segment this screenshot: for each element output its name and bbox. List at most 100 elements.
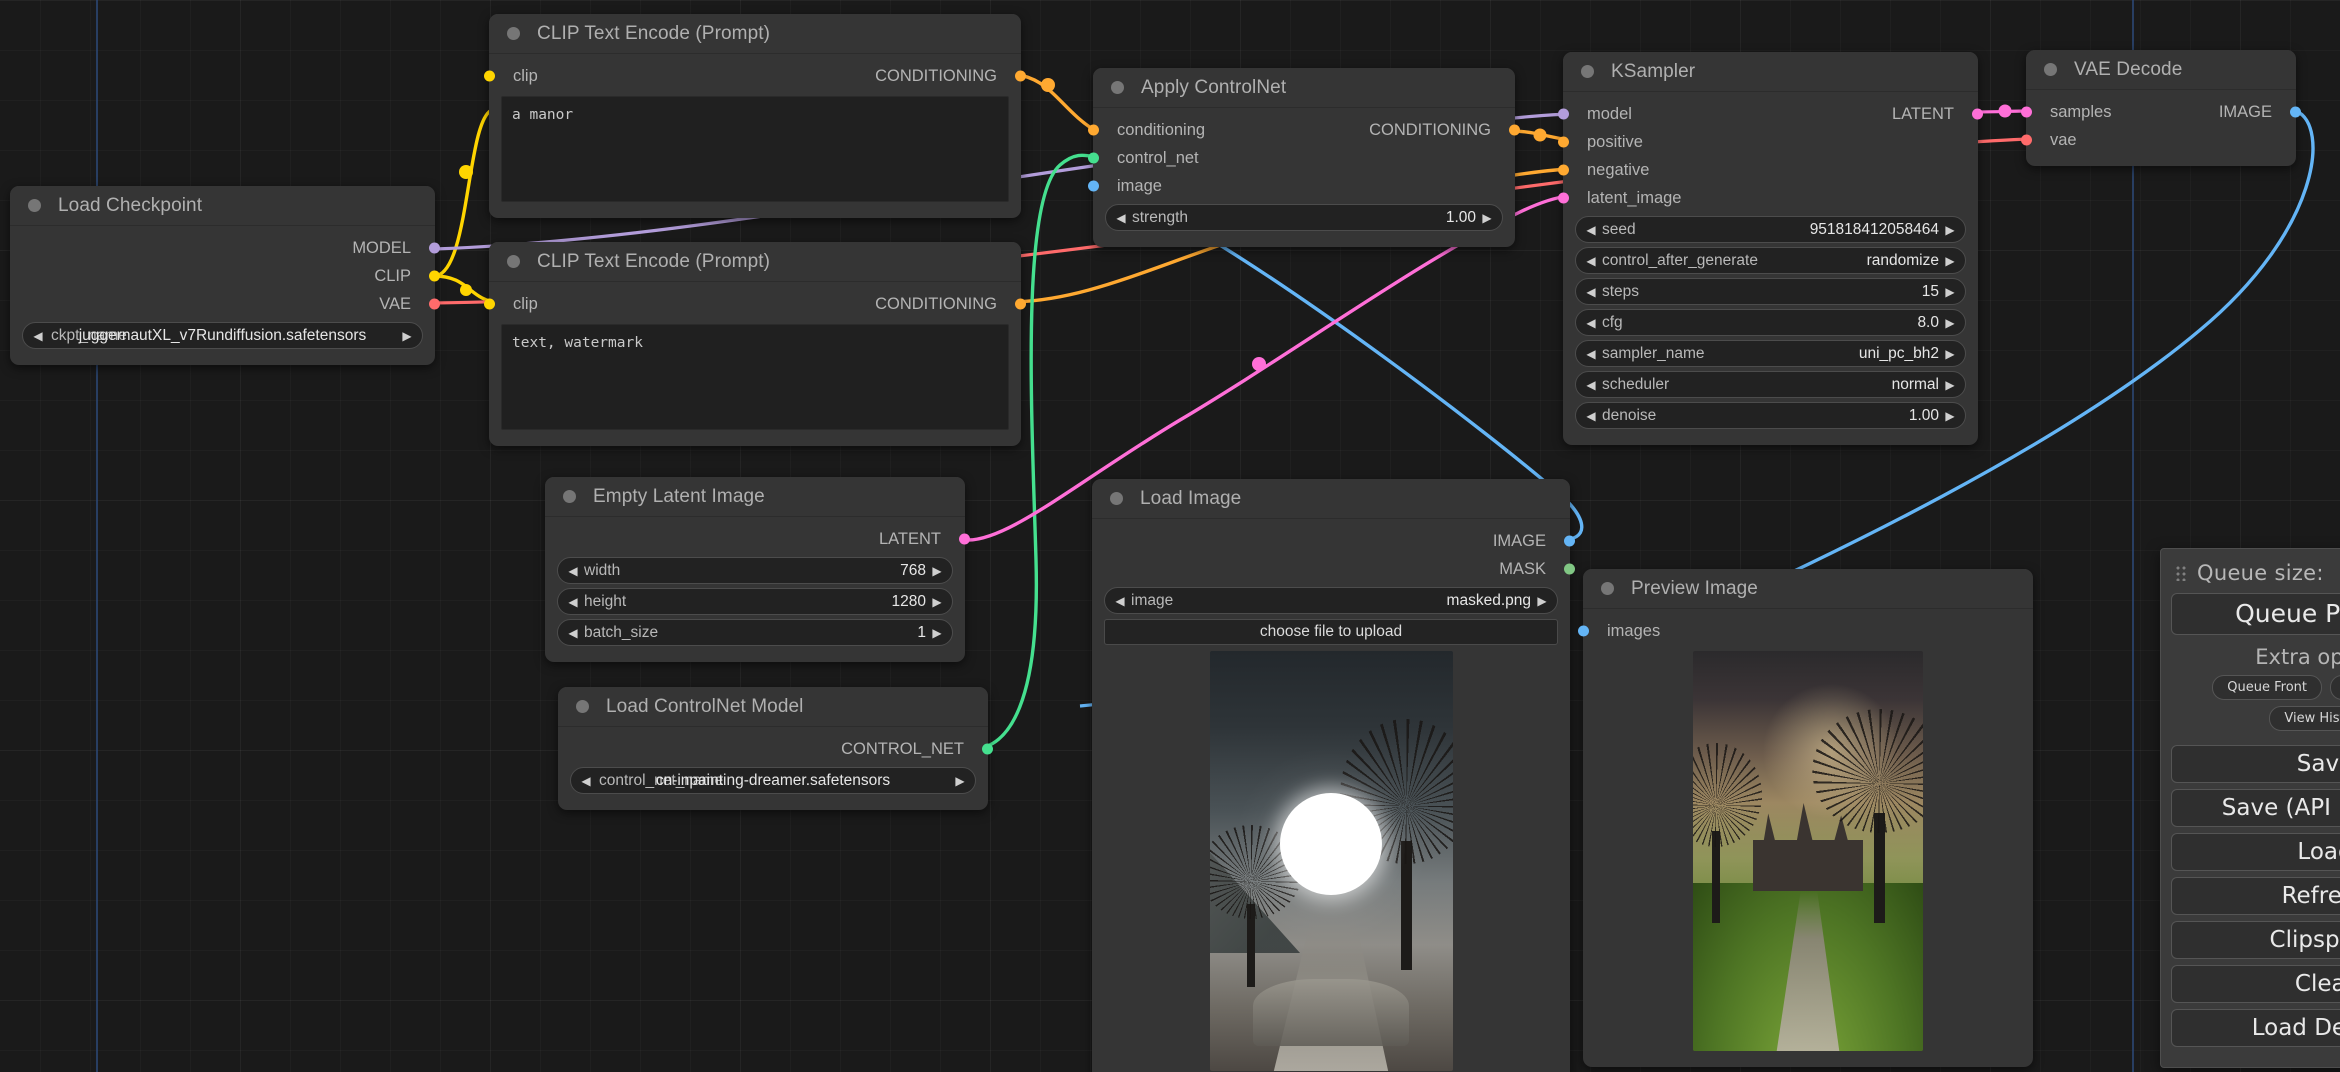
node-clip-text-encode-positive[interactable]: CLIP Text Encode (Prompt) clip CONDITION… [489,14,1021,218]
chevron-right-icon[interactable]: ▶ [1943,286,1957,298]
port-row-vae[interactable]: vae [2026,126,2296,154]
widget-ckpt-name[interactable]: ◀ ckpt_name juggernautXL_v7Rundiffusion.… [22,322,423,349]
output-port-clip[interactable]: CLIP [10,262,435,290]
node-apply-controlnet[interactable]: Apply ControlNet conditioning CONDITIONI… [1093,68,1515,247]
chevron-left-icon[interactable]: ◀ [1114,212,1128,224]
chevron-right-icon[interactable]: ▶ [1943,224,1957,236]
collapse-dot-icon[interactable] [2044,63,2057,76]
chevron-right-icon[interactable]: ▶ [1943,348,1957,360]
port-dot-conditioning-out[interactable] [1509,125,1520,136]
chevron-right-icon[interactable]: ▶ [953,775,967,787]
port-row-clip-conditioning[interactable]: clip CONDITIONING [489,290,1021,318]
collapse-dot-icon[interactable] [1111,81,1124,94]
port-row-clip-conditioning[interactable]: clip CONDITIONING [489,62,1021,90]
output-port-control-net[interactable]: CONTROL_NET [558,735,988,763]
widget-image[interactable]: ◀ image masked.png ▶ [1104,587,1558,614]
collapse-dot-icon[interactable] [1110,492,1123,505]
clear-button[interactable]: Clear [2171,965,2340,1003]
widget-steps[interactable]: ◀ steps 15 ▶ [1575,278,1966,305]
widget-width[interactable]: ◀ width 768 ▶ [557,557,953,584]
chevron-left-icon[interactable]: ◀ [566,627,580,639]
port-dot-conditioning-out[interactable] [1015,71,1026,82]
output-port-latent[interactable]: LATENT [545,525,965,553]
node-title-bar[interactable]: Empty Latent Image [545,477,965,517]
port-row-control-net[interactable]: control_net [1093,144,1515,172]
node-title-bar[interactable]: Apply ControlNet [1093,68,1515,108]
chevron-left-icon[interactable]: ◀ [1584,379,1598,391]
view-queue-button[interactable]: View Queue [2330,675,2340,700]
node-title-bar[interactable]: Load ControlNet Model [558,687,988,727]
chevron-left-icon[interactable]: ◀ [1584,286,1598,298]
port-dot-model[interactable] [429,243,440,254]
chevron-right-icon[interactable]: ▶ [930,596,944,608]
node-preview-image[interactable]: Preview Image images [1583,569,2033,1067]
port-dot-clip-in[interactable] [484,299,495,310]
collapse-dot-icon[interactable] [1601,582,1614,595]
save-api-format-button[interactable]: Save (API Format) [2171,789,2340,827]
chevron-right-icon[interactable]: ▶ [1943,410,1957,422]
node-title-bar[interactable]: Preview Image [1583,569,2033,609]
widget-control-net-name[interactable]: ◀ control_net_name cn-inpainting-dreamer… [570,767,976,794]
port-dot-positive-in[interactable] [1558,137,1569,148]
queue-prompt-button[interactable]: Queue Prompt [2171,593,2340,635]
widget-scheduler[interactable]: ◀ scheduler normal ▶ [1575,371,1966,398]
port-dot-latent-out[interactable] [959,534,970,545]
port-dot-vae[interactable] [429,299,440,310]
image-preview-generated[interactable] [1693,651,1923,1051]
port-dot-image-out[interactable] [1564,536,1575,547]
chevron-left-icon[interactable]: ◀ [1113,595,1127,607]
port-row-image[interactable]: image [1093,172,1515,200]
queue-front-button[interactable]: Queue Front [2212,675,2322,700]
chevron-left-icon[interactable]: ◀ [566,596,580,608]
port-dot-control-net-out[interactable] [982,744,993,755]
port-dot-latent-image-in[interactable] [1558,193,1569,204]
port-row-images[interactable]: images [1583,617,2033,645]
node-title-bar[interactable]: Load Image [1092,479,1570,519]
port-dot-samples-in[interactable] [2021,107,2032,118]
widget-seed[interactable]: ◀ seed 951818412058464 ▶ [1575,216,1966,243]
collapse-dot-icon[interactable] [507,255,520,268]
chevron-right-icon[interactable]: ▶ [1943,255,1957,267]
chevron-left-icon[interactable]: ◀ [1584,348,1598,360]
node-title-bar[interactable]: Load Checkpoint [10,186,435,226]
chevron-left-icon[interactable]: ◀ [1584,255,1598,267]
node-title-bar[interactable]: CLIP Text Encode (Prompt) [489,14,1021,54]
port-dot-clip-in[interactable] [484,71,495,82]
workflow-canvas[interactable]: Load Checkpoint MODEL CLIP VAE ◀ ckpt_na… [0,0,2340,1072]
port-dot-clip[interactable] [429,271,440,282]
widget-batch-size[interactable]: ◀ batch_size 1 ▶ [557,619,953,646]
port-dot-conditioning-out[interactable] [1015,299,1026,310]
port-row-conditioning[interactable]: conditioning CONDITIONING [1093,116,1515,144]
port-dot-image-out[interactable] [2290,107,2301,118]
output-port-model[interactable]: MODEL [10,234,435,262]
clipspace-button[interactable]: Clipspace [2171,921,2340,959]
node-load-controlnet-model[interactable]: Load ControlNet Model CONTROL_NET ◀ cont… [558,687,988,810]
queue-panel[interactable]: Queue size: Queue Prompt Extra options Q… [2160,548,2340,1068]
refresh-button[interactable]: Refresh [2171,877,2340,915]
collapse-dot-icon[interactable] [576,700,589,713]
node-load-checkpoint[interactable]: Load Checkpoint MODEL CLIP VAE ◀ ckpt_na… [10,186,435,365]
prompt-textarea-positive[interactable]: a manor [501,96,1009,202]
chevron-right-icon[interactable]: ▶ [930,565,944,577]
collapse-dot-icon[interactable] [563,490,576,503]
widget-strength[interactable]: ◀ strength 1.00 ▶ [1105,204,1503,231]
node-vae-decode[interactable]: VAE Decode samples IMAGE vae [2026,50,2296,166]
chevron-left-icon[interactable]: ◀ [566,565,580,577]
node-ksampler[interactable]: KSampler model LATENT positive negative … [1563,52,1978,445]
port-dot-image-in[interactable] [1088,181,1099,192]
node-load-image[interactable]: Load Image IMAGE MASK ◀ image masked.png… [1092,479,1570,1072]
port-row-samples[interactable]: samples IMAGE [2026,98,2296,126]
port-dot-images-in[interactable] [1578,626,1589,637]
load-default-button[interactable]: Load Default [2171,1009,2340,1047]
chevron-left-icon[interactable]: ◀ [1584,317,1598,329]
drag-handle-icon[interactable] [2175,565,2187,581]
chevron-right-icon[interactable]: ▶ [1943,379,1957,391]
port-dot-control-net-in[interactable] [1088,153,1099,164]
port-row-positive[interactable]: positive [1563,128,1978,156]
port-row-model[interactable]: model LATENT [1563,100,1978,128]
collapse-dot-icon[interactable] [28,199,41,212]
output-port-mask[interactable]: MASK [1092,555,1570,583]
node-empty-latent-image[interactable]: Empty Latent Image LATENT ◀ width 768 ▶ … [545,477,965,662]
chevron-right-icon[interactable]: ▶ [930,627,944,639]
chevron-left-icon[interactable]: ◀ [31,330,45,342]
